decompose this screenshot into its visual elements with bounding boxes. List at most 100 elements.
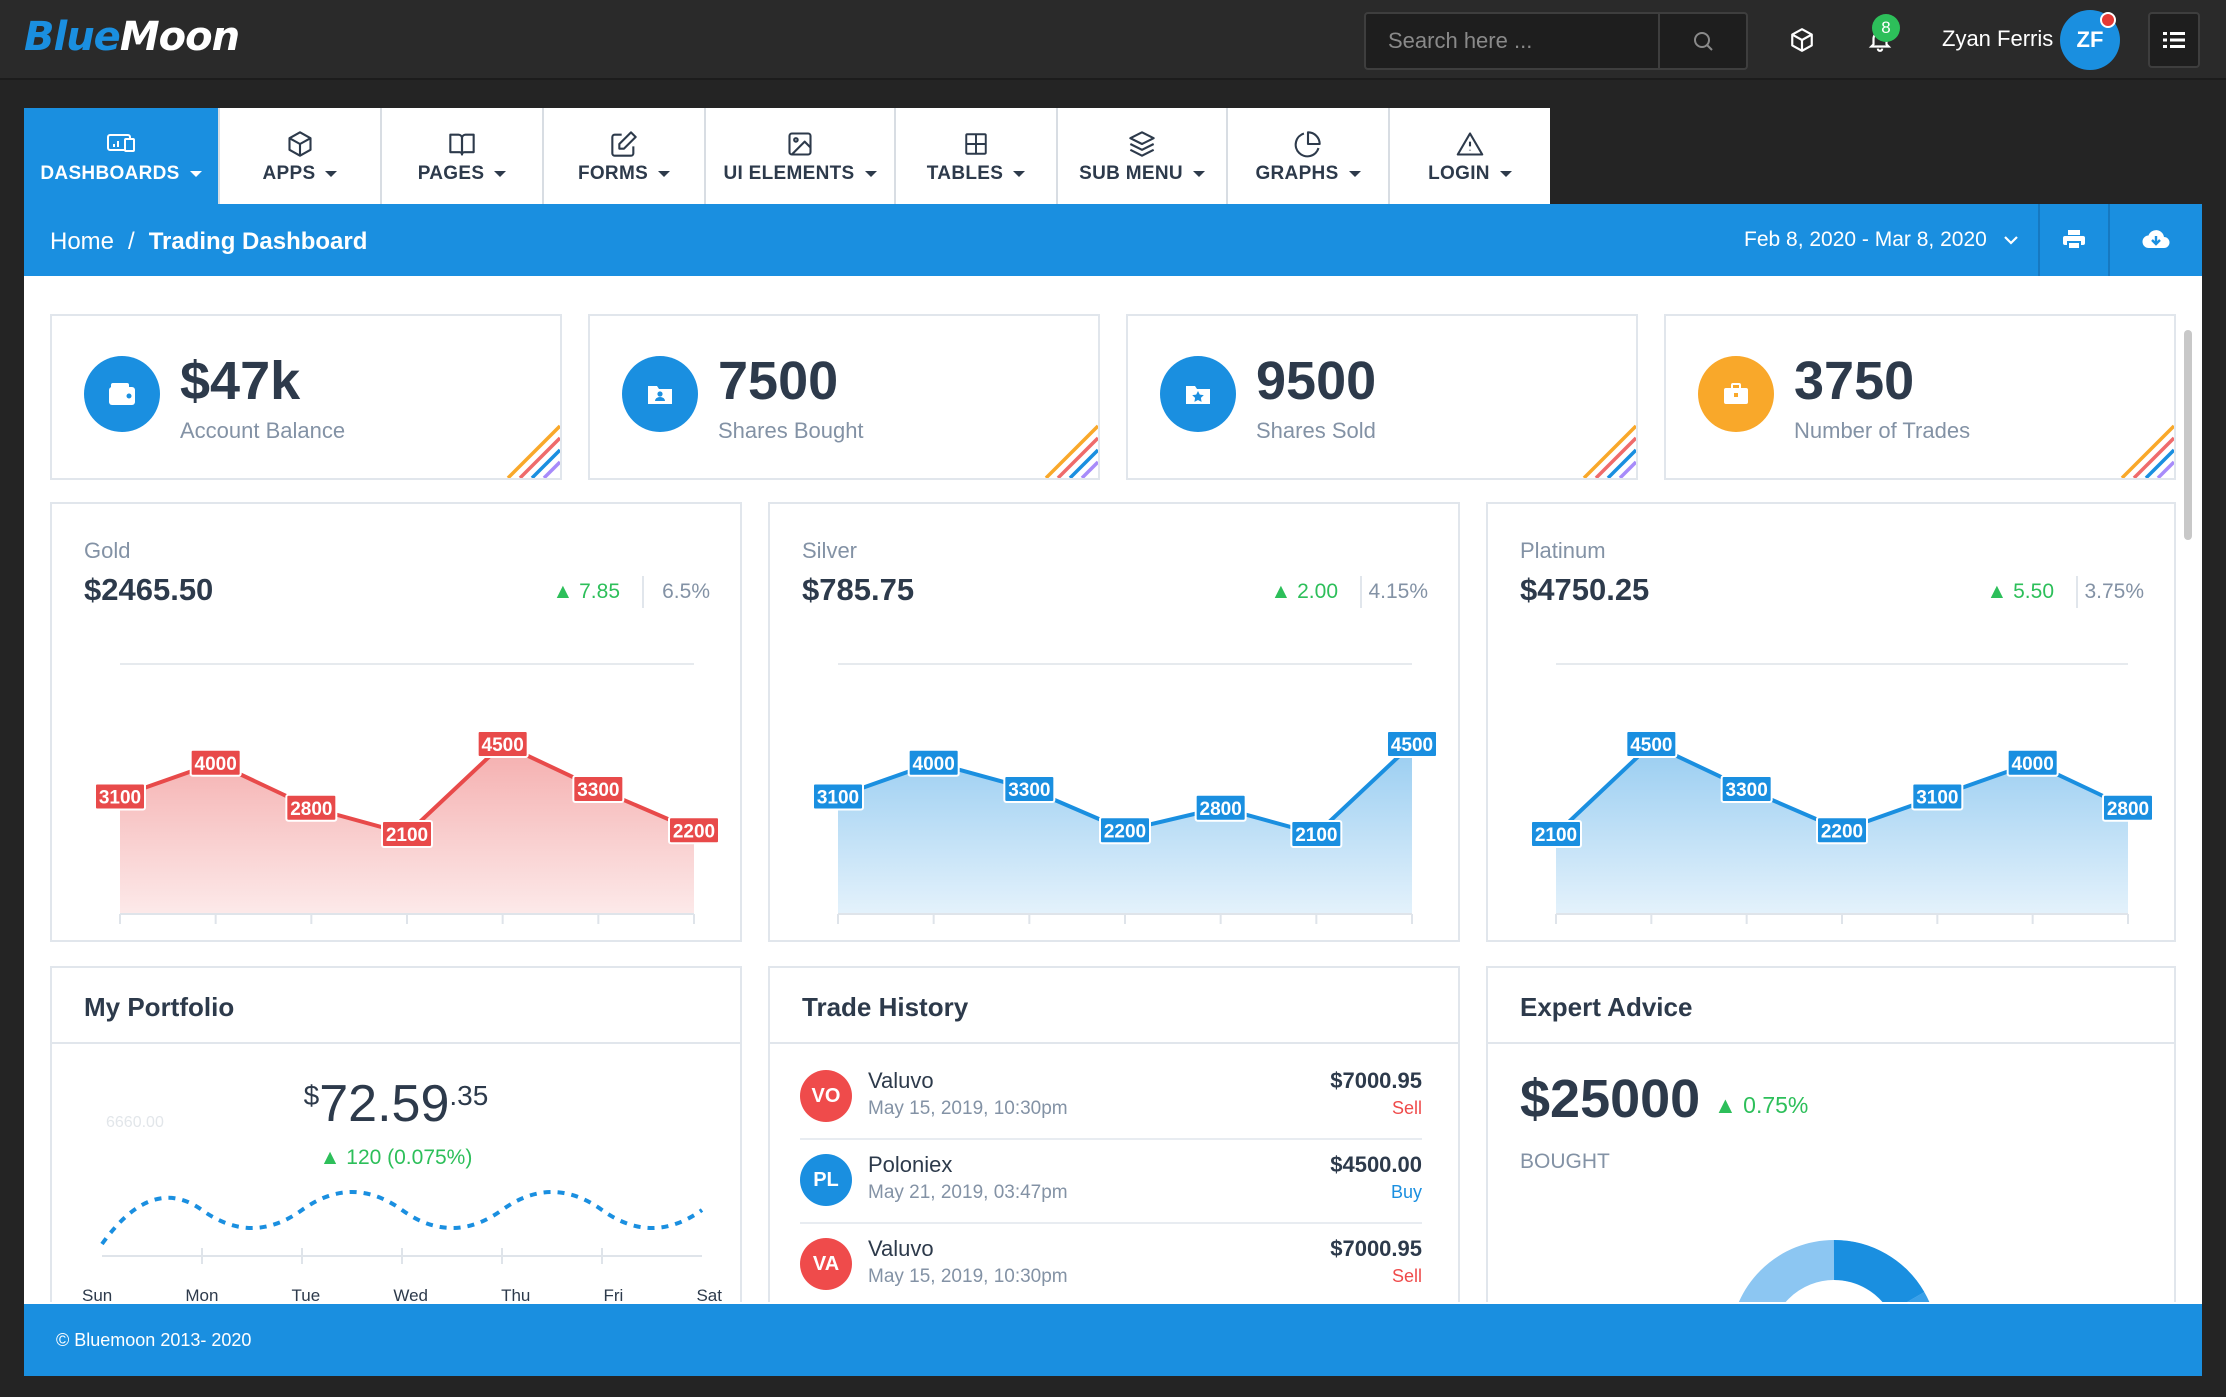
stat-label: Account Balance xyxy=(180,418,346,443)
trade-avatar: PL xyxy=(800,1154,852,1206)
trade-row[interactable]: PL Poloniex May 21, 2019, 03:47pm $4500.… xyxy=(800,1140,1422,1224)
trade-name: Valuvo xyxy=(868,1236,934,1261)
nav-tab-label: SUB MENU xyxy=(1079,163,1183,184)
trade-type: Buy xyxy=(1390,1182,1422,1202)
chart-data-label: 2200 xyxy=(1104,821,1146,842)
trade-row[interactable]: VA Valuvo May 15, 2019, 10:30pm $7000.95… xyxy=(800,1224,1422,1302)
metal-card-gold: Gold $2465.50 ▲ 7.85 6.5% 3100 4000 2800 21… xyxy=(50,502,742,942)
metal-name: Silver xyxy=(802,538,858,563)
metal-name: Gold xyxy=(84,538,131,563)
chart-data-label: 2800 xyxy=(1200,799,1242,820)
chart-data-label: 2100 xyxy=(386,825,428,846)
nav-tab-label: GRAPHS xyxy=(1255,163,1339,184)
edit-icon xyxy=(611,131,637,157)
metal-percent: 3.75% xyxy=(2084,580,2144,603)
chart-data-label: 4500 xyxy=(482,735,524,756)
scrollbar[interactable] xyxy=(2184,330,2192,540)
panel-title: Expert Advice xyxy=(1520,992,1693,1022)
chart-data-label: 2200 xyxy=(1821,821,1863,842)
search-input[interactable] xyxy=(1366,14,1656,68)
nav-tab-label: FORMS xyxy=(577,163,649,184)
search-icon xyxy=(1694,32,1713,51)
print-button[interactable] xyxy=(2038,204,2108,276)
chart-data-label: 3100 xyxy=(817,788,859,809)
breadcrumb: Home / Trading Dashboard xyxy=(50,228,368,255)
advice-donut-chart xyxy=(1739,1239,1930,1302)
metal-name: Platinum xyxy=(1520,538,1606,563)
nav-tab-ui-elements[interactable]: UI ELEMENTS xyxy=(706,108,896,204)
panel-title: Trade History xyxy=(802,992,969,1022)
wallet-icon xyxy=(84,356,160,432)
portfolio-change: ▲ 120 (0.075%) xyxy=(319,1146,473,1169)
stat-value: 9500 xyxy=(1256,351,1377,411)
chart-data-label: 3300 xyxy=(1008,780,1050,801)
trade-amount: $7000.95 xyxy=(1330,1068,1422,1093)
download-button[interactable] xyxy=(2108,204,2202,276)
box-icon xyxy=(288,131,312,157)
metal-price: $2465.50 xyxy=(84,572,214,607)
metal-change: ▲ 5.50 xyxy=(1986,580,2055,603)
stat-value: $47k xyxy=(180,351,301,411)
metal-change: ▲ 2.00 xyxy=(1270,580,1339,603)
panel-title: My Portfolio xyxy=(84,992,235,1022)
chart-data-label: 3300 xyxy=(1726,780,1768,801)
chart-data-label: 4500 xyxy=(1630,735,1672,756)
chart-data-label: 4000 xyxy=(195,754,237,775)
brand-logo[interactable]: BlueMoon xyxy=(24,14,240,60)
trade-history-panel: Trade History VO Valuvo May 15, 2019, 10… xyxy=(768,966,1460,1302)
decorative-stripes xyxy=(2120,424,2174,478)
nav-tab-login[interactable]: LOGIN xyxy=(1390,108,1550,204)
nav-tab-sub-menu[interactable]: SUB MENU xyxy=(1058,108,1228,204)
main-nav: DASHBOARDS APPS PAGES FORMS UI ELEMENTS … xyxy=(24,108,1550,204)
nav-tab-apps[interactable]: APPS xyxy=(220,108,382,204)
footer: © Bluemoon 2013- 2020 xyxy=(24,1304,2202,1376)
apps-cube-button[interactable] xyxy=(1780,18,1824,62)
nav-tab-tables[interactable]: TABLES xyxy=(896,108,1058,204)
menu-toggle-button[interactable] xyxy=(2148,12,2200,68)
nav-tab-graphs[interactable]: GRAPHS xyxy=(1228,108,1390,204)
trade-amount: $7000.95 xyxy=(1330,1236,1422,1261)
list-icon xyxy=(2163,32,2185,48)
status-dot xyxy=(2100,12,2116,28)
trade-amount: $4500.00 xyxy=(1330,1152,1422,1177)
metal-card-platinum: Platinum $4750.25 ▲ 5.50 3.75% 2100 4500 3… xyxy=(1486,502,2176,942)
trade-avatar: VO xyxy=(800,1070,852,1122)
nav-tab-label: APPS xyxy=(262,163,316,184)
platinum-area-chart: 2100 4500 3300 2200 3100 4000 2800 xyxy=(1530,663,2154,924)
trade-type: Sell xyxy=(1391,1098,1422,1118)
date-range-picker[interactable]: Feb 8, 2020 - Mar 8, 2020 xyxy=(1744,228,2019,252)
dashboard-icon xyxy=(107,134,135,152)
stat-label: Number of Trades xyxy=(1794,418,1971,443)
trade-row[interactable]: VO Valuvo May 15, 2019, 10:30pm $7000.95… xyxy=(800,1056,1422,1140)
cloud-download-icon xyxy=(2142,230,2170,249)
chart-data-label: 3100 xyxy=(1916,788,1958,809)
breadcrumb-home[interactable]: Home xyxy=(50,228,114,255)
chevron-down-icon xyxy=(2003,236,2018,246)
silver-area-chart: 3100 4000 3300 2200 2800 2100 4500 xyxy=(812,663,1438,924)
advice-label: BOUGHT xyxy=(1520,1150,1610,1173)
stat-card-account-balance: $47k Account Balance xyxy=(50,314,562,480)
advice-change: ▲ 0.75% xyxy=(1714,1092,1809,1118)
id-card-icon xyxy=(622,356,698,432)
metal-card-silver: Silver $785.75 ▲ 2.00 4.15% 3100 4000 3300… xyxy=(768,502,1460,942)
nav-tab-forms[interactable]: FORMS xyxy=(544,108,706,204)
stat-label: Shares Bought xyxy=(718,418,864,443)
gold-area-chart: 3100 4000 2800 2100 4500 3300 2200 xyxy=(94,663,720,924)
breadcrumb-current: Trading Dashboard xyxy=(148,228,368,255)
search-button[interactable] xyxy=(1660,14,1746,68)
nav-tab-pages[interactable]: PAGES xyxy=(382,108,544,204)
user-name[interactable]: Zyan Ferris xyxy=(1942,26,2053,52)
chart-data-label: 3300 xyxy=(577,780,619,801)
decorative-stripes xyxy=(1582,424,1636,478)
layers-icon xyxy=(1129,131,1155,157)
notification-count-badge: 8 xyxy=(1872,14,1900,42)
nav-tab-dashboards[interactable]: DASHBOARDS xyxy=(24,108,220,204)
stat-card-number-of-trades: 3750 Number of Trades xyxy=(1664,314,2176,480)
nav-tab-label: TABLES xyxy=(926,163,1004,184)
trade-date: May 15, 2019, 10:30pm xyxy=(868,1266,1068,1287)
stat-value: 3750 xyxy=(1794,351,1915,411)
chart-data-label: 2800 xyxy=(290,799,332,820)
trade-avatar: VA xyxy=(800,1238,852,1290)
nav-tab-label: LOGIN xyxy=(1428,163,1490,184)
metal-price: $785.75 xyxy=(802,572,915,607)
